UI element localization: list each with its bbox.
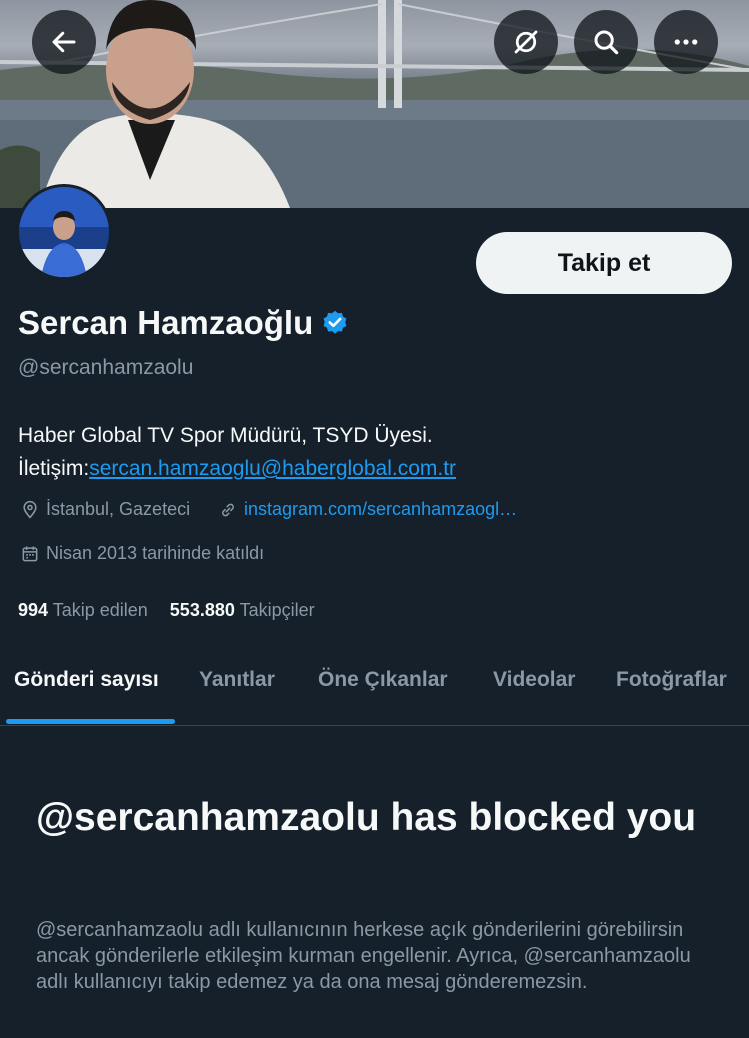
following-stat[interactable]: 994 Takip edilen [18,600,148,621]
avatar[interactable] [16,184,112,280]
follow-button[interactable]: Takip et [476,232,732,294]
profile-handle: @sercanhamzaolu [18,356,194,379]
profile-tabs: Gönderi sayısı Yanıtlar Öne Çıkanlar Vid… [0,648,749,726]
link-icon [222,503,234,516]
location-text: İstanbul, Gazeteci [46,499,191,519]
profile-name-row: Sercan Hamzaoğlu [18,304,349,342]
calendar-icon [22,546,38,561]
tab-posts[interactable]: Gönderi sayısı [14,668,159,692]
back-button[interactable] [32,10,96,74]
arrow-left-icon [52,31,76,53]
profile-location: İstanbul, Gazeteci [20,499,190,520]
blocked-title: @sercanhamzaolu has blocked you [36,796,697,839]
followers-label: Takipçiler [239,600,315,620]
profile-stats: 994 Takip edilen 553.880 Takipçiler [18,600,315,621]
website-link[interactable]: instagram.com/sercanhamzaogl… [244,499,517,520]
ellipsis-icon [674,39,698,45]
following-count: 994 [18,600,49,620]
profile-bio: Haber Global TV Spor Müdürü, TSYD Üyesi.… [18,419,728,485]
tab-photos[interactable]: Fotoğraflar [616,668,727,692]
bio-email-link[interactable]: sercan.hamzaoglu@haberglobal.com.tr [89,457,456,480]
mute-button[interactable] [494,10,558,74]
following-label: Takip edilen [52,600,148,620]
joined-text: Nisan 2013 tarihinde katıldı [46,543,265,563]
profile-website[interactable]: instagram.com/sercanhamzaogl… [218,499,517,520]
profile-joined: Nisan 2013 tarihinde katıldı [20,543,264,564]
followers-stat[interactable]: 553.880 Takipçiler [170,600,315,621]
bio-line: Haber Global TV Spor Müdürü, TSYD Üyesi. [18,424,433,447]
active-tab-indicator [6,719,175,724]
followers-count: 553.880 [169,600,235,620]
tab-videos[interactable]: Videolar [493,668,575,692]
bio-contact-line: İletişim:sercan.hamzaoglu@haberglobal.co… [18,452,728,485]
slashed-circle-icon [514,30,538,54]
more-button[interactable] [654,10,718,74]
tab-replies[interactable]: Yanıtlar [199,668,275,692]
search-button[interactable] [574,10,638,74]
profile-name: Sercan Hamzaoğlu [18,304,314,341]
search-icon [594,30,619,55]
blocked-message: @sercanhamzaolu adlı kullanıcının herkes… [36,919,691,993]
avatar-image [19,187,109,277]
bio-contact-prefix: İletişim: [18,457,90,480]
verified-badge-icon[interactable] [321,309,349,337]
location-pin-icon [23,500,37,519]
tab-highlights[interactable]: Öne Çıkanlar [318,668,448,692]
profile-banner[interactable] [0,0,749,208]
banner-image [0,0,749,208]
